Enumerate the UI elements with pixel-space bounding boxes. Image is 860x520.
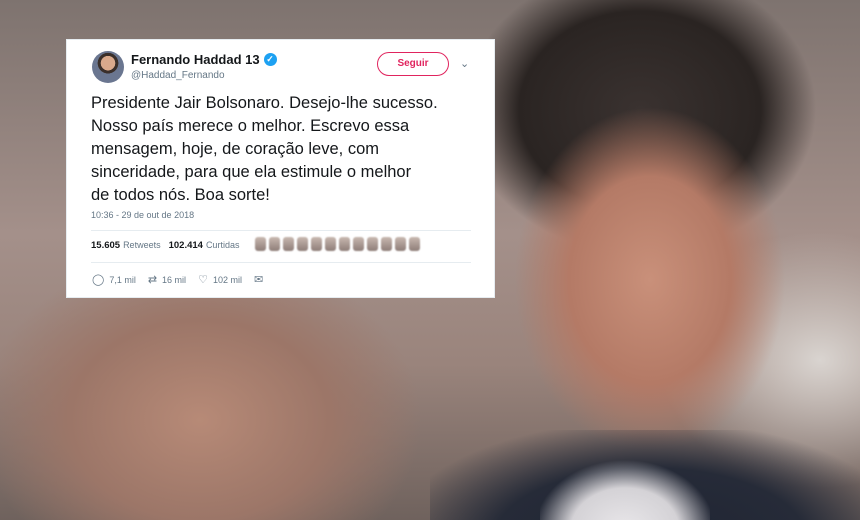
- tweet-stats: 15.605 Retweets 102.414 Curtidas: [91, 240, 239, 251]
- liker-avatar[interactable]: [283, 237, 294, 251]
- divider: [91, 262, 471, 263]
- retweets-label: Retweets: [123, 240, 161, 250]
- reply-icon: ◯: [92, 274, 105, 286]
- liker-avatar[interactable]: [381, 237, 392, 251]
- tweet-text: Presidente Jair Bolsonaro. Desejo-lhe su…: [91, 94, 438, 204]
- retweet-button[interactable]: ⇄ 16 mil: [148, 273, 186, 286]
- retweet-icon: ⇄: [147, 274, 158, 286]
- liker-avatar[interactable]: [325, 237, 336, 251]
- liker-avatar[interactable]: [395, 237, 406, 251]
- author-handle[interactable]: @Haddad_Fernando: [131, 70, 225, 81]
- liker-avatar[interactable]: [409, 237, 420, 251]
- tweet-timestamp[interactable]: 10:36 - 29 de out de 2018: [91, 210, 194, 220]
- divider: [91, 230, 471, 231]
- envelope-icon: ✉: [253, 274, 264, 286]
- reply-count: 7,1 mil: [109, 274, 136, 285]
- liker-avatar[interactable]: [311, 237, 322, 251]
- background-shirt-collar: [540, 440, 710, 520]
- liker-avatar[interactable]: [339, 237, 350, 251]
- liker-avatars: [255, 237, 420, 251]
- liker-avatar[interactable]: [269, 237, 280, 251]
- retweets-stat[interactable]: 15.605 Retweets: [91, 240, 161, 251]
- retweets-count: 15.605: [91, 240, 121, 251]
- avatar[interactable]: [92, 51, 124, 83]
- tweet-card: Fernando Haddad 13 ✓ @Haddad_Fernando Se…: [66, 39, 495, 298]
- retweet-count: 16 mil: [162, 274, 187, 285]
- direct-message-button[interactable]: ✉: [254, 273, 263, 286]
- reply-button[interactable]: ◯ 7,1 mil: [92, 273, 136, 286]
- like-count: 102 mil: [212, 274, 242, 285]
- liker-avatar[interactable]: [367, 237, 378, 251]
- liker-avatar[interactable]: [255, 237, 266, 251]
- liker-avatar[interactable]: [353, 237, 364, 251]
- heart-icon: ♡: [198, 274, 208, 286]
- liker-avatar[interactable]: [297, 237, 308, 251]
- author-name-row[interactable]: Fernando Haddad 13 ✓: [131, 52, 277, 67]
- like-button[interactable]: ♡ 102 mil: [198, 273, 242, 286]
- likes-count: 102.414: [168, 240, 203, 251]
- verified-badge-icon: ✓: [263, 53, 277, 66]
- likes-label: Curtidas: [205, 240, 240, 250]
- likes-stat[interactable]: 102.414 Curtidas: [169, 240, 240, 251]
- follow-button[interactable]: Seguir: [377, 52, 449, 76]
- chevron-down-icon[interactable]: ⌄: [460, 57, 469, 70]
- tweet-actions: ◯ 7,1 mil ⇄ 16 mil ♡ 102 mil ✉: [92, 273, 263, 286]
- author-name[interactable]: Fernando Haddad 13: [131, 52, 260, 67]
